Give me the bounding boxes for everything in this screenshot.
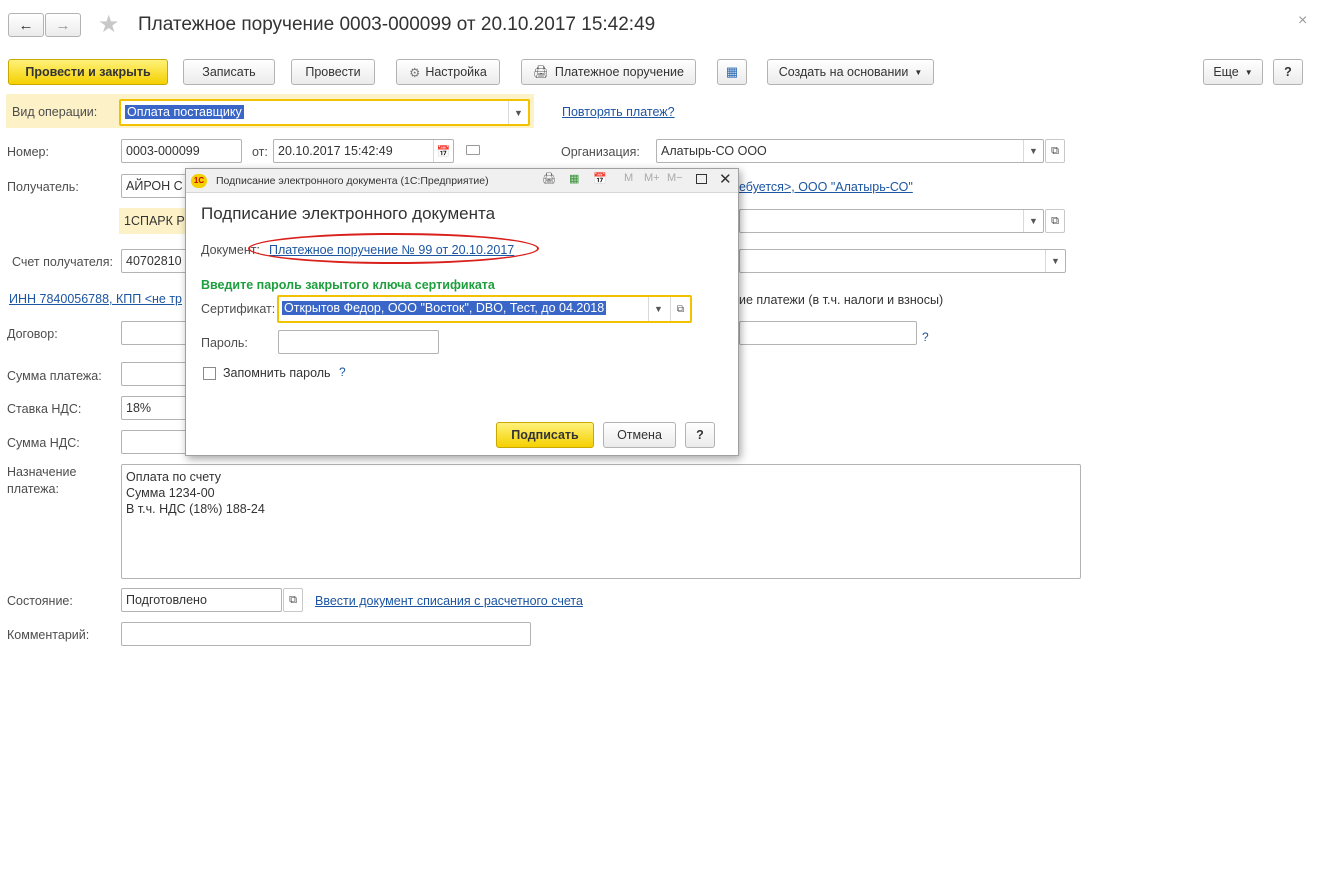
arrow-left-icon: ← (18, 16, 34, 34)
number-label: Номер: (7, 145, 49, 159)
password-label: Пароль: (201, 336, 248, 350)
favorite-star-icon[interactable]: ★ (98, 10, 120, 39)
remember-password-checkbox[interactable] (203, 367, 216, 380)
purpose-line: В т.ч. НДС (18%) 188-24 (126, 502, 265, 516)
help-button[interactable]: ? (1273, 59, 1303, 85)
open-status-button[interactable]: ⧉ (283, 588, 303, 612)
memory-minus-icon[interactable]: M− (667, 172, 683, 184)
purpose-label-line2: платежа: (7, 482, 59, 496)
password-input[interactable] (278, 330, 439, 354)
printer-icon: 🖨 (533, 64, 549, 79)
vat-rate-label: Ставка НДС: (7, 402, 82, 416)
contract-help-icon[interactable]: ? (922, 330, 929, 344)
dialog-titlebar: 1C Подписание электронного документа (1С… (186, 169, 738, 193)
post-button[interactable]: Провести (291, 59, 375, 85)
chevron-down-icon: ▼ (1244, 67, 1253, 77)
sign-button[interactable]: Подписать (496, 422, 594, 448)
recipient-label: Получатель: (7, 180, 79, 194)
chevron-down-icon: ▼ (1023, 210, 1043, 232)
tax-payment-text: ие платежи (в т.ч. налоги и взносы) (739, 293, 944, 307)
create-based-on-button[interactable]: Создать на основании ▼ (767, 59, 934, 85)
certificate-label: Сертификат: (201, 302, 276, 316)
operation-type-value: Оплата поставщику (125, 105, 244, 119)
operation-type-label: Вид операции: (12, 105, 98, 119)
certificate-value: Открытов Федор, ООО "Восток", DBO, Тест,… (282, 301, 607, 315)
password-prompt-text: Введите пароль закрытого ключа сертифика… (201, 278, 495, 292)
certificate-select[interactable]: Открытов Федор, ООО "Восток", DBO, Тест,… (277, 295, 692, 323)
chevron-down-icon[interactable]: ▼ (648, 297, 668, 321)
spark-info-text: 1СПАРК Р (124, 214, 185, 228)
spreadsheet-icon[interactable]: ▦ (569, 172, 579, 185)
settings-button[interactable]: ⚙ Настройка (396, 59, 500, 85)
organization-label: Организация: (561, 145, 640, 159)
organization-field[interactable]: Алатырь-СО ООО ▼ (656, 139, 1044, 163)
close-window-icon[interactable]: × (1298, 12, 1307, 30)
close-icon[interactable]: ✕ (719, 170, 732, 188)
memory-m-icon[interactable]: M (624, 172, 633, 184)
chevron-down-icon: ▼ (508, 101, 528, 124)
print-payment-order-button[interactable]: 🖨 Платежное поручение (521, 59, 696, 85)
purpose-line: Оплата по счету (126, 470, 221, 484)
date-value: 20.10.2017 15:42:49 (278, 144, 393, 158)
remember-password-label: Запомнить пароль (223, 366, 331, 380)
purpose-line: Сумма 1234-00 (126, 486, 215, 500)
calendar-icon[interactable]: 📅 (593, 172, 607, 185)
recipient-info-link[interactable]: ебуется>, ООО "Алатырь-СО" (739, 180, 913, 194)
more-button[interactable]: Еще ▼ (1203, 59, 1263, 85)
vat-sum-label: Сумма НДС: (7, 436, 80, 450)
contract-label: Договор: (7, 327, 58, 341)
open-certificate-icon[interactable]: ⧉ (670, 297, 690, 321)
bank-account-select[interactable]: ▼ (739, 209, 1044, 233)
sign-document-dialog: 1C Подписание электронного документа (1С… (185, 168, 739, 456)
post-and-close-button[interactable]: Провести и закрыть (8, 59, 168, 85)
date-from-label: от: (252, 145, 268, 159)
structure-button[interactable]: ▦ (717, 59, 747, 85)
memory-plus-icon[interactable]: M+ (644, 172, 660, 184)
page-title: Платежное поручение 0003-000099 от 20.10… (138, 14, 656, 35)
open-bank-account-button[interactable]: ⧉ (1045, 209, 1065, 233)
remember-help-icon[interactable]: ? (339, 365, 346, 379)
chevron-down-icon: ▼ (1023, 140, 1043, 162)
cancel-button[interactable]: Отмена (603, 422, 676, 448)
operation-type-select[interactable]: Оплата поставщику ▼ (119, 99, 530, 126)
open-organization-button[interactable]: ⧉ (1045, 139, 1065, 163)
payment-purpose-textarea[interactable]: Оплата по счету Сумма 1234-00 В т.ч. НДС… (121, 464, 1081, 579)
status-label: Состояние: (7, 594, 73, 608)
chevron-down-icon: ▼ (1045, 250, 1065, 272)
inn-kpp-link[interactable]: ИНН 7840056788, КПП <не тр (9, 292, 182, 306)
number-field[interactable]: 0003-000099 (121, 139, 242, 163)
document-structure-icon: ▦ (725, 64, 739, 79)
date-field[interactable]: 20.10.2017 15:42:49 📅 (273, 139, 454, 163)
comment-label: Комментарий: (7, 628, 90, 642)
forward-button[interactable]: → (45, 13, 81, 37)
purpose-label-line1: Назначение (7, 465, 77, 479)
save-button[interactable]: Записать (183, 59, 275, 85)
dialog-window-title: Подписание электронного документа (1С:Пр… (216, 175, 489, 187)
print-icon[interactable]: 🖨 (542, 172, 556, 185)
chevron-down-icon: ▼ (914, 67, 923, 77)
document-history-icon[interactable] (466, 145, 480, 155)
1c-logo-icon: 1C (191, 174, 207, 188)
dialog-heading: Подписание электронного документа (201, 204, 496, 223)
repeat-payment-link[interactable]: Повторять платеж? (562, 105, 675, 119)
settings-label: Настройка (425, 65, 487, 79)
maximize-icon[interactable] (696, 174, 707, 184)
back-button[interactable]: ← (8, 13, 44, 37)
payment-sum-label: Сумма платежа: (7, 369, 102, 383)
recipient-account-select[interactable]: ▼ (739, 249, 1066, 273)
organization-value: Алатырь-СО ООО (661, 144, 767, 158)
annotation-red-ellipse (248, 233, 539, 264)
dialog-help-button[interactable]: ? (685, 422, 715, 448)
calendar-icon[interactable]: 📅 (433, 140, 453, 162)
enter-writeoff-link[interactable]: Ввести документ списания с расчетного сч… (315, 594, 583, 608)
status-field[interactable]: Подготовлено (121, 588, 282, 612)
comment-field[interactable] (121, 622, 531, 646)
arrow-right-icon: → (55, 16, 71, 34)
recipient-account-label: Счет получателя: (12, 255, 113, 269)
create-based-label: Создать на основании (778, 65, 909, 79)
print-label: Платежное поручение (554, 65, 684, 79)
gear-icon: ⚙ (409, 65, 421, 80)
more-label: Еще (1213, 65, 1239, 79)
contract-field-right[interactable] (739, 321, 917, 345)
